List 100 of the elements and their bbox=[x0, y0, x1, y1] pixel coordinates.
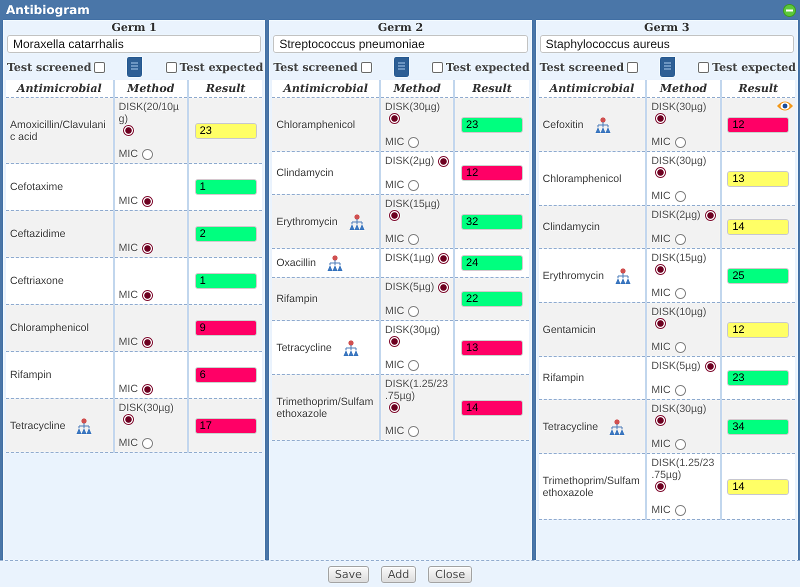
result-field[interactable]: 23 bbox=[727, 370, 790, 386]
radio-button[interactable] bbox=[408, 426, 420, 436]
column-header: Antimicrobial bbox=[272, 80, 380, 98]
radio-button[interactable] bbox=[674, 438, 686, 450]
antimicrobial-name: Cefoxitin bbox=[542, 118, 584, 130]
result-field[interactable]: 32 bbox=[460, 214, 523, 230]
radio-button[interactable] bbox=[655, 318, 666, 329]
result-field[interactable]: 14 bbox=[727, 478, 790, 494]
radio-button[interactable] bbox=[438, 156, 450, 166]
eye-icon[interactable] bbox=[777, 100, 793, 112]
column-header: Method bbox=[646, 80, 721, 98]
radio-button[interactable] bbox=[704, 360, 716, 372]
radio-button[interactable] bbox=[408, 234, 420, 244]
germ-title: Germ 3 bbox=[644, 20, 690, 34]
radio-button[interactable] bbox=[438, 252, 450, 264]
document-icon[interactable] bbox=[392, 56, 411, 78]
result-field[interactable]: 12 bbox=[727, 116, 790, 132]
radio-button[interactable] bbox=[674, 234, 686, 244]
result-field[interactable]: 23 bbox=[460, 116, 523, 132]
checkbox-label: Test expected bbox=[180, 60, 264, 74]
radio-button[interactable] bbox=[408, 306, 420, 316]
germ-name-field[interactable]: Moraxella catarrhalis bbox=[7, 35, 262, 53]
result-field[interactable]: 17 bbox=[194, 418, 257, 434]
method-label: DISK(30µg) bbox=[118, 402, 174, 414]
checkbox[interactable] bbox=[94, 62, 106, 72]
radio-button[interactable] bbox=[655, 113, 666, 124]
radio-button[interactable] bbox=[142, 196, 153, 206]
radio-button[interactable] bbox=[674, 136, 686, 148]
column-header: Result bbox=[720, 80, 795, 98]
radio-button[interactable] bbox=[655, 481, 666, 492]
checkbox[interactable] bbox=[698, 62, 710, 72]
radio-button[interactable] bbox=[655, 167, 666, 178]
result-field[interactable]: 12 bbox=[460, 165, 523, 181]
result-field[interactable]: 9 bbox=[194, 320, 257, 336]
result-field[interactable]: 24 bbox=[460, 255, 523, 271]
checkbox[interactable] bbox=[360, 62, 372, 72]
method-label: MIC bbox=[651, 190, 671, 202]
radio-button[interactable] bbox=[142, 242, 153, 254]
result-field[interactable]: 1 bbox=[194, 273, 257, 289]
method-label: MIC bbox=[118, 289, 138, 301]
radio-button[interactable] bbox=[142, 438, 153, 448]
method-label: MIC bbox=[651, 287, 671, 299]
checkbox[interactable] bbox=[166, 62, 177, 72]
result-field[interactable]: 25 bbox=[727, 268, 790, 284]
result-field[interactable]: 34 bbox=[727, 418, 790, 434]
method-label: MIC bbox=[651, 233, 671, 245]
germ-title: Germ 1 bbox=[112, 20, 157, 34]
radio-button[interactable] bbox=[388, 402, 400, 413]
result-field[interactable]: 13 bbox=[727, 170, 790, 186]
radio-button[interactable] bbox=[655, 415, 666, 426]
result-field[interactable]: 2 bbox=[194, 226, 257, 242]
document-icon[interactable] bbox=[126, 56, 144, 78]
method-label: DISK(15µg) bbox=[384, 198, 440, 210]
footer-button[interactable]: Close bbox=[428, 566, 472, 582]
result-field[interactable]: 14 bbox=[727, 219, 790, 235]
checkbox-label: Test screened bbox=[7, 60, 92, 74]
column-header: Antimicrobial bbox=[538, 80, 646, 98]
radio-button[interactable] bbox=[704, 210, 716, 220]
radio-button[interactable] bbox=[674, 288, 686, 298]
footer-button[interactable]: Add bbox=[380, 566, 416, 582]
radio-button[interactable] bbox=[388, 336, 400, 347]
minimize-icon[interactable] bbox=[783, 4, 796, 16]
radio-button[interactable] bbox=[408, 360, 420, 370]
checkbox[interactable] bbox=[432, 62, 443, 72]
radio-button[interactable] bbox=[674, 504, 686, 516]
result-field[interactable]: 14 bbox=[460, 400, 523, 416]
radio-button[interactable] bbox=[438, 282, 450, 292]
checkbox[interactable] bbox=[627, 62, 638, 72]
radio-button[interactable] bbox=[674, 190, 686, 202]
radio-button[interactable] bbox=[122, 125, 134, 136]
method-label: DISK(30µg) bbox=[384, 324, 440, 336]
result-field[interactable]: 22 bbox=[460, 291, 523, 307]
radio-button[interactable] bbox=[142, 290, 153, 300]
result-field[interactable]: 12 bbox=[727, 322, 790, 338]
antimicrobial-name: Chloramphenicol bbox=[10, 322, 89, 334]
result-field[interactable]: 1 bbox=[194, 179, 257, 195]
result-field[interactable]: 6 bbox=[194, 367, 257, 383]
radio-button[interactable] bbox=[408, 180, 420, 190]
method-label: DISK(1.25/23.75µg) bbox=[651, 457, 716, 481]
radio-button[interactable] bbox=[142, 384, 153, 394]
antimicrobial-name: Ceftriaxone bbox=[10, 275, 64, 287]
result-field[interactable]: 13 bbox=[460, 340, 523, 356]
radio-button[interactable] bbox=[408, 136, 420, 148]
radio-button[interactable] bbox=[388, 210, 400, 221]
checkbox-label: Test screened bbox=[273, 60, 358, 74]
radio-button[interactable] bbox=[142, 336, 153, 348]
germ-name-field[interactable]: Staphylococcus aureus bbox=[540, 35, 794, 53]
radio-button[interactable] bbox=[674, 342, 686, 352]
radio-button[interactable] bbox=[122, 414, 134, 425]
radio-button[interactable] bbox=[655, 264, 666, 275]
radio-button[interactable] bbox=[674, 384, 686, 396]
checkbox-label: Test expected bbox=[712, 60, 796, 74]
radio-button[interactable] bbox=[142, 148, 153, 160]
antimicrobial-name: Clindamycin bbox=[542, 221, 600, 233]
result-field[interactable]: 23 bbox=[194, 122, 257, 138]
method-label: DISK(5µg) bbox=[651, 360, 701, 372]
footer-button[interactable]: Save bbox=[328, 566, 369, 582]
germ-name-field[interactable]: Streptococcus pneumoniae bbox=[273, 35, 528, 53]
radio-button[interactable] bbox=[388, 113, 400, 124]
document-icon[interactable] bbox=[659, 56, 678, 78]
